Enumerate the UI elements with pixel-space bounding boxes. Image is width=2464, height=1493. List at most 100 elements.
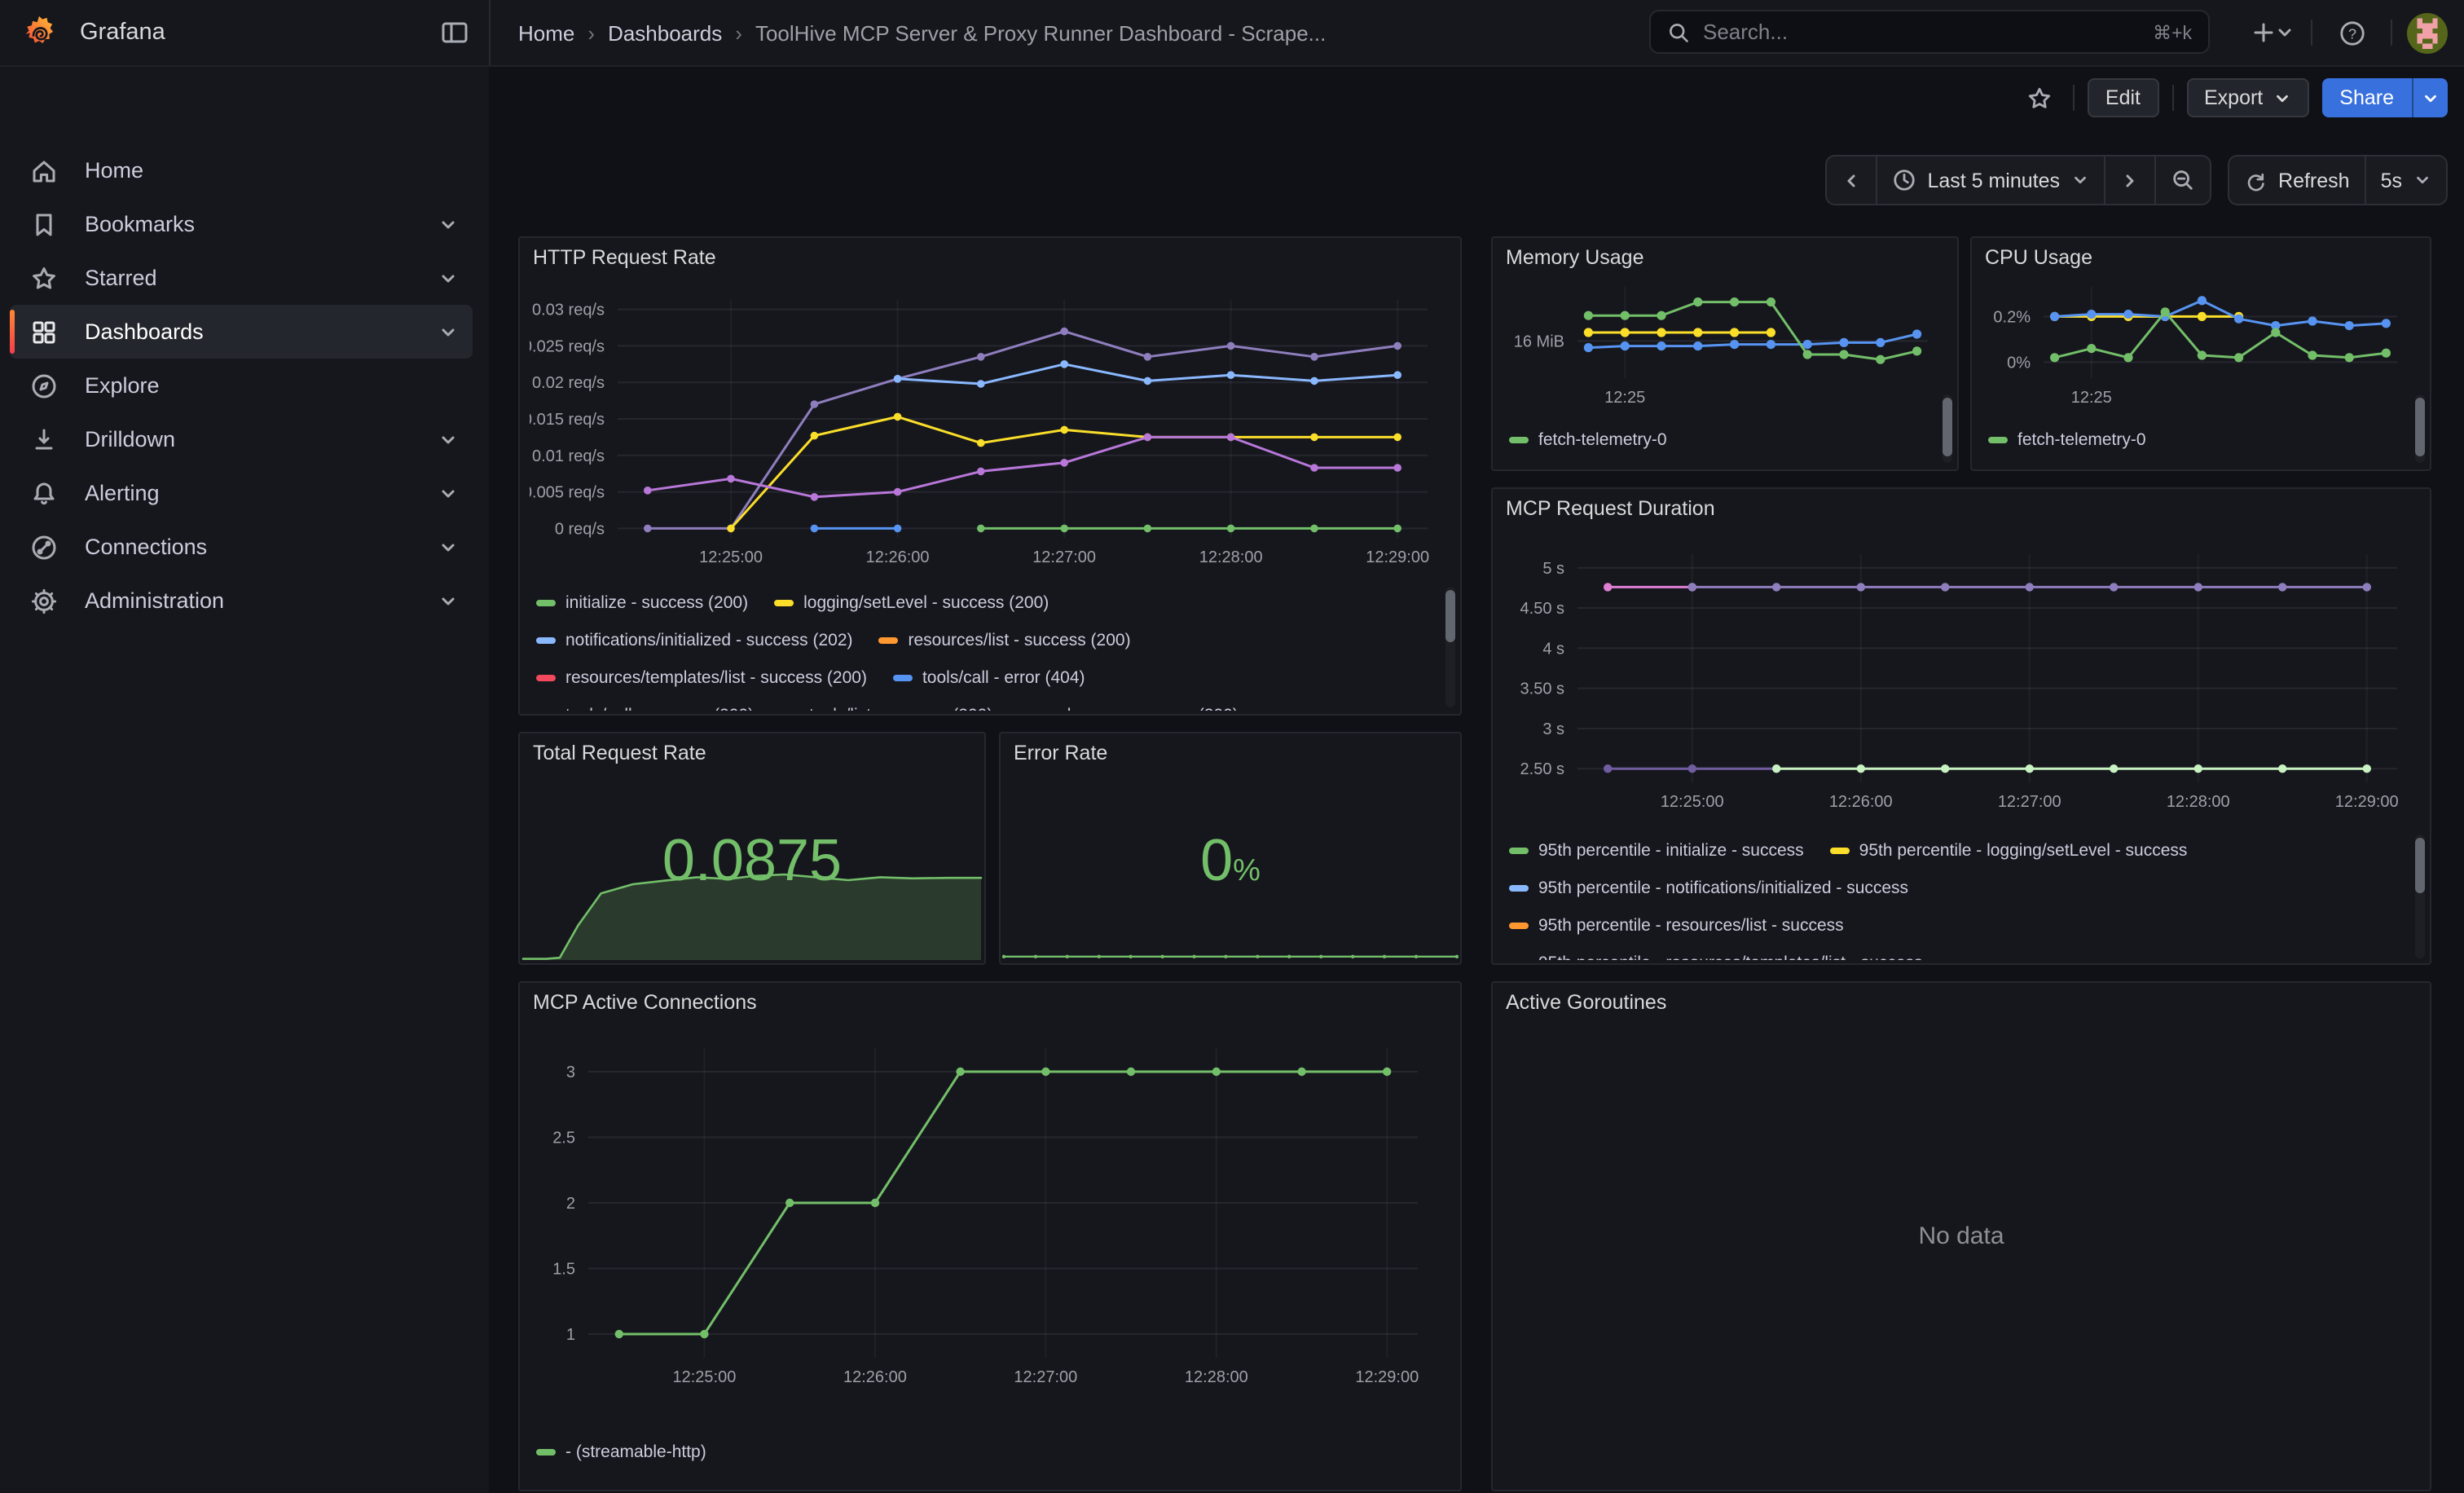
sidebar-item-bookmarks[interactable]: Bookmarks	[10, 197, 473, 251]
sidebar-item-drilldown[interactable]: Drilldown	[10, 412, 473, 466]
panel-total-request-rate: Total Request Rate 0.0875	[518, 732, 986, 965]
sidebar-item-dashboards[interactable]: Dashboards	[10, 305, 473, 359]
legend-item[interactable]: logging/setLevel - success (200)	[774, 592, 1049, 612]
legend-item[interactable]: initialize - success (200)	[536, 592, 748, 612]
share-menu-chevron-icon[interactable]	[2412, 78, 2448, 117]
legend-scrollbar[interactable]	[2415, 394, 2425, 463]
legend-item[interactable]: notifications/initialized - success (202…	[536, 630, 853, 650]
chevron-down-icon[interactable]	[437, 535, 460, 558]
legend-item[interactable]: tools/call - error (404)	[893, 667, 1085, 687]
user-avatar[interactable]	[2407, 12, 2448, 53]
legend-item[interactable]: tools/call - success (200)	[536, 705, 754, 711]
sidebar-toggle-icon[interactable]	[440, 18, 469, 47]
legend-scrollbar[interactable]	[1445, 587, 1455, 707]
chevron-down-icon	[2413, 171, 2431, 189]
panel-active-goroutines: Active Goroutines No data	[1491, 981, 2431, 1491]
legend-item[interactable]: - (streamable-http)	[536, 1442, 706, 1461]
refresh-button[interactable]: Refresh	[2229, 156, 2365, 204]
duration-legend: 95th percentile - initialize - success 9…	[1509, 831, 2407, 960]
grafana-app: Grafana Home › Dashboards › ToolHive MCP…	[0, 0, 2464, 1493]
chevron-down-icon[interactable]	[437, 320, 460, 343]
svg-text:4 s: 4 s	[1542, 640, 1564, 658]
legend-swatch	[1509, 847, 1529, 853]
svg-text:12:27:00: 12:27:00	[1032, 548, 1096, 566]
panel-http-request-rate: HTTP Request Rate 0 req/s0.005 req/s0.01…	[518, 236, 1462, 716]
panel-title[interactable]: Error Rate	[1014, 742, 1107, 764]
help-icon[interactable]: ?	[2327, 10, 2376, 55]
cpu-usage-chart[interactable]: 0%0.2%12:25	[1978, 274, 2417, 407]
legend-item[interactable]: fetch-telemetry-0	[1988, 429, 2146, 449]
panel-title[interactable]: Total Request Rate	[533, 742, 706, 764]
legend-item[interactable]: fetch-telemetry-0	[1509, 429, 1667, 449]
sidebar-item-alerting[interactable]: Alerting	[10, 466, 473, 520]
sidebar-item-explore[interactable]: Explore	[10, 359, 473, 412]
legend-item[interactable]: resources/list - success (200)	[879, 630, 1131, 650]
svg-text:2: 2	[566, 1195, 575, 1213]
svg-text:0.2%: 0.2%	[1993, 308, 2031, 326]
legend-item[interactable]: tools/list - success (200)	[780, 705, 992, 711]
search-input[interactable]: Search... ⌘+k	[1649, 10, 2210, 54]
mcp-active-connections-chart[interactable]: 11.522.5312:25:0012:26:0012:27:0012:28:0…	[530, 1025, 1444, 1407]
legend-item[interactable]: 95th percentile - resources/templates/li…	[1509, 953, 1923, 960]
panel-title[interactable]: MCP Active Connections	[533, 991, 757, 1014]
drilldown-icon	[29, 425, 59, 454]
sidebar-item-connections[interactable]: Connections	[10, 520, 473, 574]
edit-button[interactable]: Edit	[2088, 78, 2158, 117]
legend-item[interactable]: 95th percentile - notifications/initiali…	[1509, 878, 1908, 897]
sidebar-item-administration[interactable]: Administration	[10, 574, 473, 628]
http-request-rate-chart[interactable]: 0 req/s0.005 req/s0.01 req/s0.015 req/s0…	[530, 280, 1444, 577]
legend-item[interactable]: 95th percentile - logging/setLevel - suc…	[1830, 840, 2188, 860]
chevron-down-icon[interactable]	[437, 428, 460, 451]
panel-title[interactable]: Active Goroutines	[1506, 991, 1666, 1014]
chevron-down-icon[interactable]	[437, 589, 460, 612]
total-request-rate-value: 0.0875	[520, 828, 984, 893]
chevron-down-icon[interactable]	[437, 482, 460, 504]
chevron-down-icon[interactable]	[437, 213, 460, 236]
breadcrumb-dashboards[interactable]: Dashboards	[608, 20, 722, 45]
legend-scrollbar[interactable]	[2415, 835, 2425, 958]
zoom-out-button[interactable]	[2154, 156, 2210, 204]
connections-legend: - (streamable-http)	[536, 1433, 1437, 1470]
time-shift-forward-button[interactable]	[2104, 156, 2154, 204]
refresh-interval-picker[interactable]: 5s	[2365, 156, 2446, 204]
legend-swatch	[1509, 884, 1529, 891]
panel-title[interactable]: MCP Request Duration	[1506, 497, 1715, 520]
svg-text:2.50 s: 2.50 s	[1520, 760, 1564, 778]
svg-text:0.005 req/s: 0.005 req/s	[530, 484, 605, 502]
breadcrumb-home[interactable]: Home	[518, 20, 574, 45]
panel-mcp-active-connections: MCP Active Connections 11.522.5312:25:00…	[518, 981, 1462, 1491]
legend-item[interactable]: 95th percentile - resources/list - succe…	[1509, 915, 1844, 935]
grafana-logo-icon[interactable]	[21, 15, 57, 51]
clock-icon	[1891, 168, 1916, 192]
export-button[interactable]: Export	[2186, 78, 2308, 117]
svg-text:5 s: 5 s	[1542, 560, 1564, 578]
panel-title[interactable]: CPU Usage	[1985, 246, 2092, 269]
sidebar: Home Bookmarks Starred Dashboards Explor	[0, 65, 489, 1493]
svg-text:12:28:00: 12:28:00	[2167, 793, 2230, 811]
panel-title[interactable]: Memory Usage	[1506, 246, 1644, 269]
time-range-picker[interactable]: Last 5 minutes	[1875, 156, 2104, 204]
active-indicator	[10, 310, 15, 354]
chevron-down-icon[interactable]	[437, 266, 460, 289]
svg-text:12:28:00: 12:28:00	[1199, 548, 1263, 566]
memory-usage-chart[interactable]: 16 MiB12:25	[1499, 274, 1944, 407]
svg-text:12:26:00: 12:26:00	[866, 548, 930, 566]
favorite-star-icon[interactable]	[2021, 78, 2060, 117]
dashboard-actions: Edit Export Share	[2021, 75, 2448, 121]
add-new-button[interactable]	[2247, 10, 2296, 55]
top-bar: Grafana Home › Dashboards › ToolHive MCP…	[0, 0, 2464, 67]
svg-text:12:25: 12:25	[1604, 389, 1645, 407]
legend-scrollbar[interactable]	[1943, 394, 1952, 463]
sidebar-item-home[interactable]: Home	[10, 143, 473, 197]
panel-title[interactable]: HTTP Request Rate	[533, 246, 716, 269]
legend-item[interactable]: resources/templates/list - success (200)	[536, 667, 867, 687]
time-shift-back-button[interactable]	[1826, 156, 1875, 204]
svg-text:3: 3	[566, 1064, 575, 1081]
share-button[interactable]: Share	[2321, 78, 2448, 117]
legend-item[interactable]: unknown - success (200)	[1019, 705, 1238, 711]
mcp-request-duration-chart[interactable]: 2.50 s3 s3.50 s4 s4.50 s5 s12:25:0012:26…	[1503, 531, 2417, 825]
bell-icon	[29, 478, 59, 508]
legend-swatch	[1830, 847, 1850, 853]
legend-item[interactable]: 95th percentile - initialize - success	[1509, 840, 1804, 860]
sidebar-item-starred[interactable]: Starred	[10, 251, 473, 305]
